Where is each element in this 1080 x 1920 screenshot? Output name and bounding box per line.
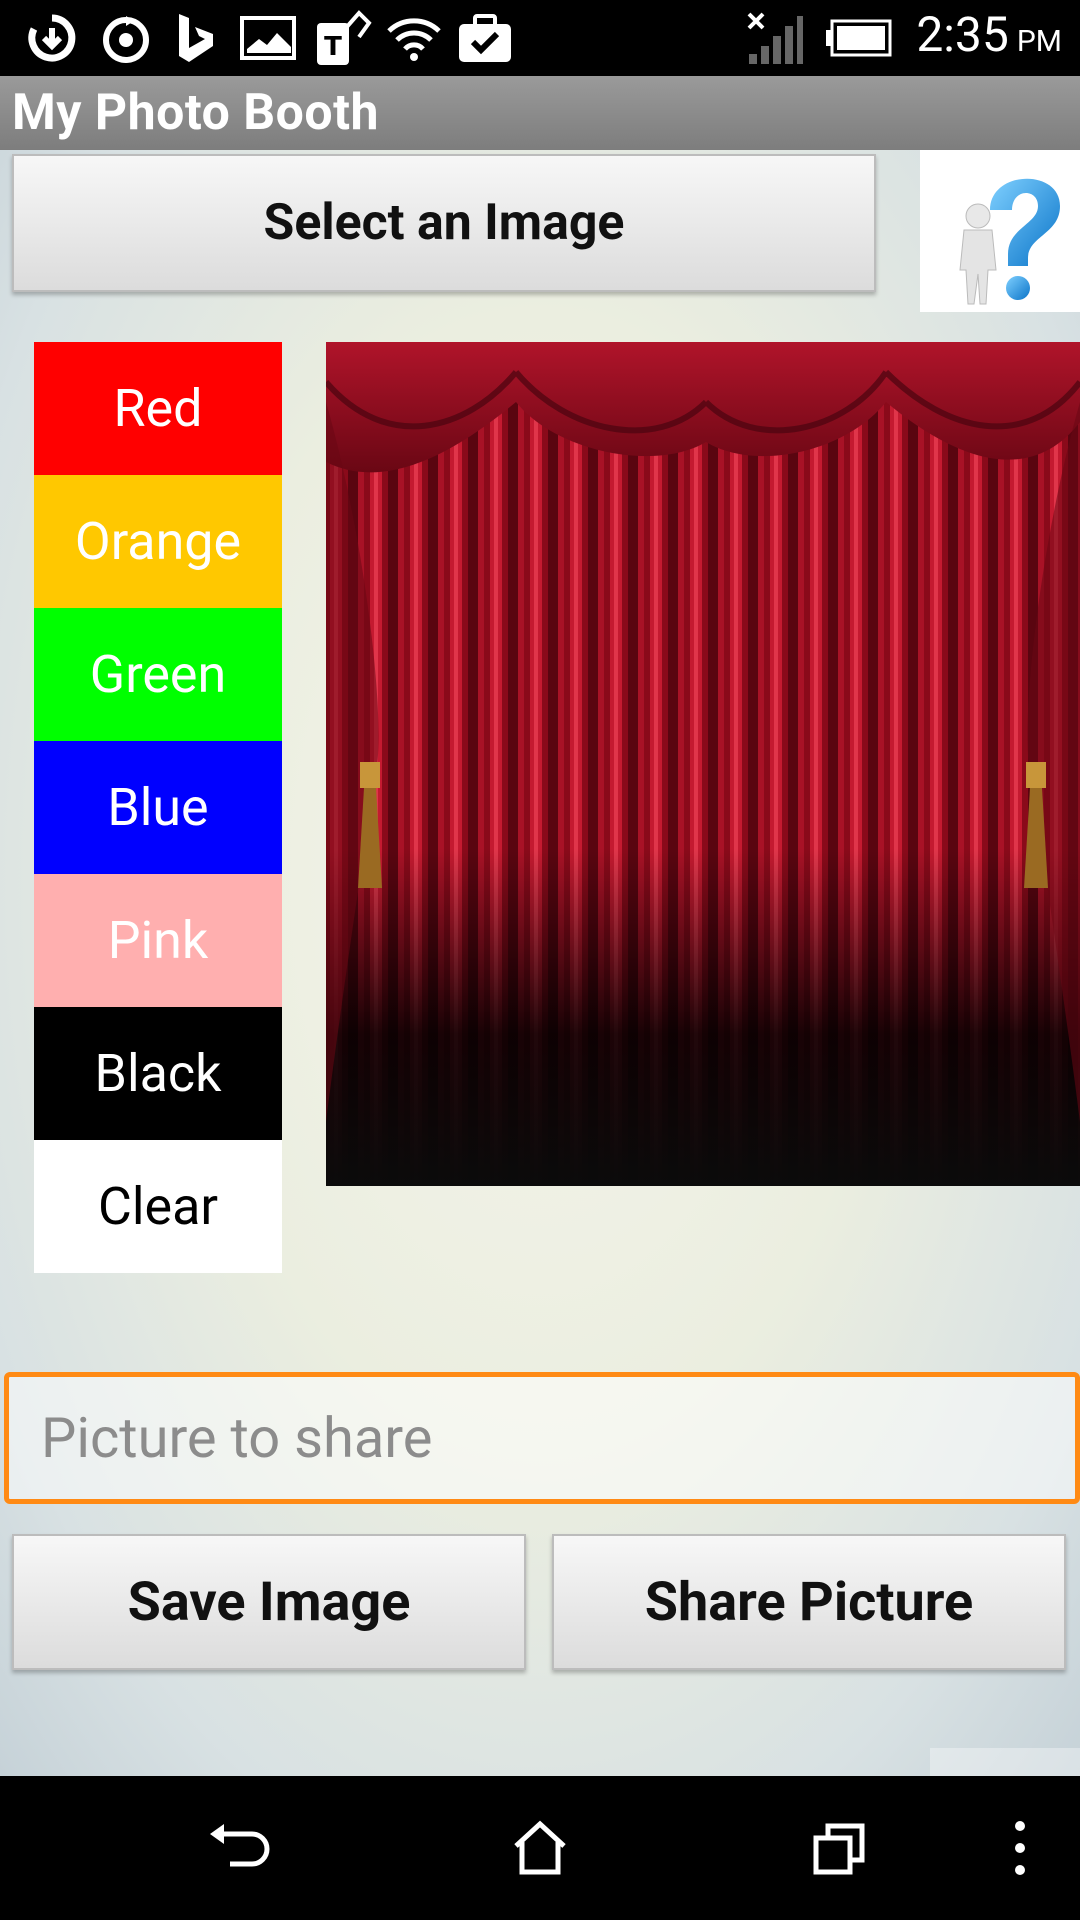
share-picture-button[interactable]: Share Picture [552,1534,1066,1670]
color-option-label: Pink [107,910,209,971]
image-icon [238,10,298,66]
color-option-black[interactable]: Black [34,1007,282,1140]
color-option-orange[interactable]: Orange [34,475,282,608]
main-content: Select an Image Red Orange Green Blue Pi… [0,150,1080,1776]
color-option-clear[interactable]: Clear [34,1140,282,1273]
status-bar: T 2:35 PM [0,0,1080,76]
save-image-button[interactable]: Save Image [12,1534,526,1670]
overflow-menu-icon [1015,1821,1025,1875]
clock: 2:35 PM [916,6,1062,70]
photo-preview[interactable] [326,342,1080,1186]
color-option-blue[interactable]: Blue [34,741,282,874]
color-option-label: Red [113,378,203,439]
battery-icon [824,10,894,66]
color-option-red[interactable]: Red [34,342,282,475]
svg-text:T: T [324,32,342,62]
color-option-label: Black [94,1043,222,1104]
color-picker-list: Red Orange Green Blue Pink Black Clear [34,342,282,1273]
back-button[interactable] [190,1808,290,1888]
wifi-icon [384,10,444,66]
help-question-icon [959,178,1060,305]
tmobile-tag-icon: T [314,10,374,66]
back-icon [210,1824,270,1867]
recents-button[interactable] [790,1808,890,1888]
color-option-green[interactable]: Green [34,608,282,741]
home-icon [514,1820,566,1875]
help-button[interactable] [920,150,1080,312]
briefcase-check-icon [456,10,514,66]
action-bar: My Photo Booth [0,76,1080,150]
share-caption-input[interactable]: Picture to share [4,1372,1080,1504]
color-option-pink[interactable]: Pink [34,874,282,1007]
watermark [930,1748,1080,1776]
signal-off-icon [744,10,806,66]
home-button[interactable] [490,1808,590,1888]
overflow-menu-button[interactable] [970,1808,1070,1888]
app-title: My Photo Booth [12,84,380,142]
clock-ampm: PM [1016,24,1062,59]
navigation-bar [0,1776,1080,1920]
recents-icon [813,1823,865,1875]
color-option-label: Blue [107,777,209,838]
clock-time: 2:35 [916,6,1009,63]
select-image-button[interactable]: Select an Image [12,154,876,292]
bing-icon [170,10,220,66]
color-option-label: Orange [74,511,242,572]
color-option-label: Green [89,644,227,705]
refresh-circle-icon [98,10,154,66]
sync-icon [24,10,80,66]
curtain-image [326,342,1080,1186]
color-option-label: Clear [98,1176,218,1237]
